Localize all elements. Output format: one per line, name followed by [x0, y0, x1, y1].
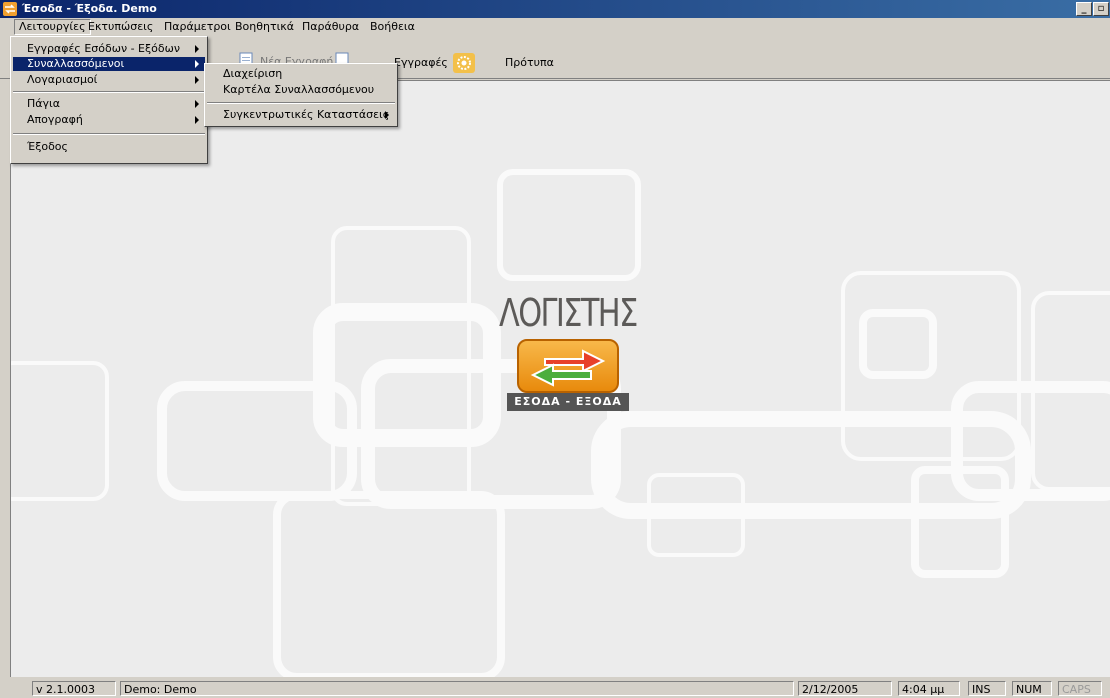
status-caps: CAPS: [1058, 681, 1102, 696]
submenu-arrow-icon: [195, 76, 199, 84]
menu-separator: [13, 91, 205, 93]
decor-frame: [859, 309, 937, 379]
decor-frame: [951, 381, 1110, 501]
submenu-item-counterparty-card[interactable]: Καρτέλα Συναλλασσόμενου: [207, 83, 395, 97]
submenu-arrow-icon: [195, 45, 199, 53]
menu-item-exit[interactable]: Έξοδος: [13, 140, 205, 154]
submenu-arrow-icon: [195, 60, 199, 68]
maximize-button[interactable]: ▫: [1093, 2, 1109, 16]
menu-item-label: Πάγια: [27, 97, 61, 110]
window-title: Έσοδα - Έξοδα. Demo: [22, 2, 157, 15]
status-company: Demo: Demo: [120, 681, 794, 696]
decor-frame: [647, 473, 745, 557]
functions-menu: Εγγραφές Εσόδων - Εξόδων Συναλλασσόμενοι…: [10, 36, 208, 164]
mdi-workspace: ΛΟΓΙΣΤΗΣ ΕΣΟΔΑ - ΕΞΟΔΑ: [10, 80, 1110, 677]
submenu-item-summary-reports[interactable]: Συγκεντρωτικές Καταστάσεις: [207, 108, 395, 122]
menu-prints[interactable]: Εκτυπώσεις: [84, 20, 157, 34]
status-date: 2/12/2005: [798, 681, 892, 696]
menu-bar: Λειτουργίες Εκτυπώσεις Παράμετροι Βοηθητ…: [0, 18, 1110, 36]
toolbar-records-label[interactable]: Εγγραφές: [394, 56, 448, 69]
menu-item-accounts[interactable]: Λογαριασμοί: [13, 73, 205, 87]
logo-banner: ΕΣΟΔΑ - ΕΞΟΔΑ: [507, 393, 629, 411]
menu-item-counterparties[interactable]: Συναλλασσόμενοι: [13, 57, 205, 71]
exchange-arrows-icon: [530, 349, 606, 387]
status-num: NUM: [1012, 681, 1052, 696]
menu-help[interactable]: Βοήθεια: [366, 20, 419, 34]
menu-item-label: Συγκεντρωτικές Καταστάσεις: [223, 108, 390, 121]
menu-item-label: Έξοδος: [27, 140, 68, 153]
menu-functions[interactable]: Λειτουργίες: [14, 19, 91, 35]
menu-windows[interactable]: Παράθυρα: [298, 20, 363, 34]
submenu-item-management[interactable]: Διαχείριση: [207, 67, 395, 81]
submenu-arrow-icon: [195, 100, 199, 108]
submenu-arrow-icon: [195, 116, 199, 124]
menu-item-label: Λογαριασμοί: [27, 73, 98, 86]
menu-item-label: Απογραφή: [27, 113, 83, 126]
menu-separator: [13, 133, 205, 135]
menu-item-inventory[interactable]: Απογραφή: [13, 113, 205, 127]
gear-icon[interactable]: [452, 52, 476, 74]
logo-title: ΛΟΓΙΣΤΗΣ: [499, 291, 638, 335]
app-logo-icon: [3, 2, 17, 16]
status-ins: INS: [968, 681, 1006, 696]
menu-item-fixed-assets[interactable]: Πάγια: [13, 97, 205, 111]
menu-item-label: Εγγραφές Εσόδων - Εξόδων: [27, 42, 180, 55]
menu-item-label: Συναλλασσόμενοι: [27, 57, 125, 70]
minimize-button[interactable]: _: [1076, 2, 1092, 16]
logo-badge: [517, 339, 619, 393]
decor-frame: [273, 491, 505, 677]
menu-parameters[interactable]: Παράμετροι: [160, 20, 235, 34]
status-time: 4:04 μμ: [898, 681, 960, 696]
title-bar: Έσοδα - Έξοδα. Demo _ ▫: [0, 0, 1110, 18]
menu-separator: [207, 102, 395, 104]
counterparties-submenu: Διαχείριση Καρτέλα Συναλλασσόμενου Συγκε…: [204, 63, 398, 127]
decor-frame: [157, 381, 357, 501]
menu-tools[interactable]: Βοηθητικά: [231, 20, 298, 34]
decor-frame: [11, 361, 109, 501]
status-bar: v 2.1.0003 Demo: Demo 2/12/2005 4:04 μμ …: [0, 678, 1110, 698]
decor-frame: [497, 169, 641, 281]
submenu-arrow-icon: [385, 111, 389, 119]
menu-item-income-expense-entries[interactable]: Εγγραφές Εσόδων - Εξόδων: [13, 42, 205, 56]
toolbar-templates-label[interactable]: Πρότυπα: [505, 56, 554, 69]
status-version: v 2.1.0003: [32, 681, 116, 696]
